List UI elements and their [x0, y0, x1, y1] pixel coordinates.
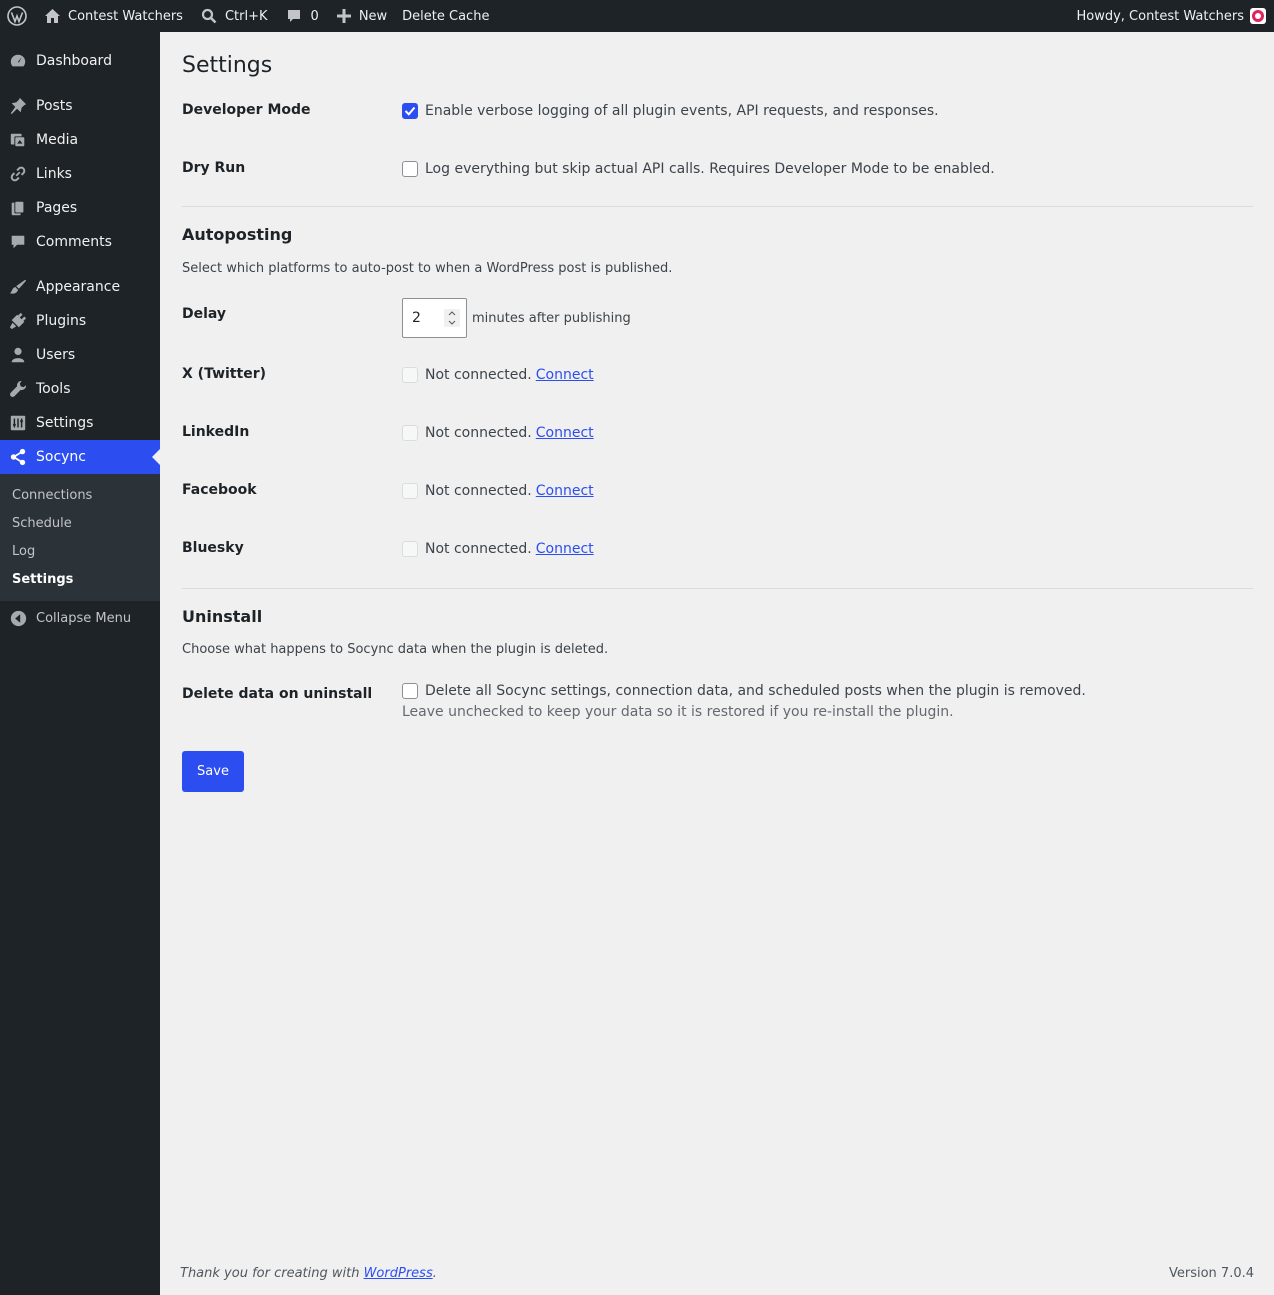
delay-suffix: minutes after publishing: [472, 310, 631, 326]
delete-data-row: Delete data on uninstall Delete all Socy…: [182, 683, 1253, 737]
uninstall-description: Choose what happens to Socync data when …: [182, 642, 609, 657]
sidebar-item-socync[interactable]: Socync: [0, 440, 160, 474]
facebook-connect-link[interactable]: Connect: [536, 483, 594, 499]
uninstall-heading: Uninstall: [182, 607, 263, 626]
delete-data-label: Delete data on uninstall: [182, 686, 373, 702]
submenu-item-schedule[interactable]: Schedule: [0, 509, 160, 537]
footer-thanks: Thank you for creating with WordPress.: [180, 1266, 437, 1281]
delete-data-checkbox[interactable]: [402, 683, 418, 699]
sidebar-item-comments[interactable]: Comments: [0, 225, 160, 259]
facebook-checkbox[interactable]: [402, 483, 418, 499]
x-twitter-checkbox[interactable]: [402, 367, 418, 383]
linkedin-checkbox[interactable]: [402, 425, 418, 441]
page-title: Settings: [182, 53, 273, 78]
comments-link[interactable]: 0: [279, 0, 326, 32]
version-text: Version 7.0.4: [1168, 1266, 1254, 1281]
sidebar-item-pages[interactable]: Pages: [0, 191, 160, 225]
chevron-down-icon: [448, 320, 456, 325]
collapse-arrow-icon: [0, 610, 36, 627]
wordpress-link[interactable]: WordPress: [364, 1266, 433, 1281]
howdy-text: Howdy, Contest Watchers: [1076, 8, 1244, 24]
platform-row-facebook: Facebook Not connected. Connect: [182, 482, 594, 499]
delay-row: Delay 2 minutes after publishing: [182, 298, 1253, 366]
settings-sliders-icon: [0, 414, 36, 432]
user-account-menu[interactable]: Howdy, Contest Watchers: [1076, 0, 1274, 32]
developer-mode-row: Developer Mode Enable verbose logging of…: [182, 102, 1253, 160]
section-divider: [182, 206, 1253, 207]
pages-icon: [0, 199, 36, 217]
platform-label: LinkedIn: [182, 424, 250, 440]
admin-bar: Contest Watchers Ctrl+K 0 New Delete Cac…: [0, 0, 1274, 32]
platform-label: Facebook: [182, 482, 257, 498]
sidebar-item-users[interactable]: Users: [0, 338, 160, 372]
home-icon: [44, 8, 61, 24]
share-icon: [0, 448, 36, 466]
platform-label: Bluesky: [182, 540, 244, 556]
dry-run-row: Dry Run Log everything but skip actual A…: [182, 160, 1253, 196]
autoposting-description: Select which platforms to auto-post to w…: [182, 261, 673, 276]
save-button[interactable]: Save: [182, 751, 244, 792]
wrench-icon: [0, 380, 36, 398]
submenu-item-log[interactable]: Log: [0, 537, 160, 565]
sidebar-item-media[interactable]: Media: [0, 123, 160, 157]
checkmark-icon: [404, 106, 416, 116]
developer-mode-label: Developer Mode: [182, 102, 311, 118]
plus-icon: [336, 9, 351, 23]
footer: Thank you for creating with WordPress. V…: [180, 1266, 1254, 1281]
chevron-up-icon: [448, 311, 456, 316]
delete-cache-link[interactable]: Delete Cache: [395, 0, 496, 32]
plug-icon: [0, 312, 36, 330]
paintbrush-icon: [0, 278, 36, 296]
delete-data-hint: Leave unchecked to keep your data so it …: [402, 704, 954, 720]
dashboard-gauge-icon: [0, 52, 36, 70]
autoposting-heading: Autoposting: [182, 225, 293, 244]
socync-submenu: Connections Schedule Log Settings: [0, 474, 160, 601]
platform-row-linkedin: LinkedIn Not connected. Connect: [182, 424, 594, 441]
platform-row-bluesky: Bluesky Not connected. Connect: [182, 540, 594, 557]
new-content-link[interactable]: New: [330, 0, 394, 32]
comment-bubble-icon: [286, 8, 302, 24]
platform-row-x: X (Twitter) Not connected. Connect: [182, 366, 594, 383]
developer-mode-checkbox[interactable]: [402, 103, 418, 119]
bluesky-connect-link[interactable]: Connect: [536, 541, 594, 557]
pushpin-icon: [0, 97, 36, 115]
comments-count: 0: [310, 8, 319, 24]
collapse-menu-button[interactable]: Collapse Menu: [0, 601, 160, 635]
avatar: [1250, 8, 1266, 24]
site-name-link[interactable]: Contest Watchers: [37, 0, 190, 32]
main-content: Settings Developer Mode Enable verbose l…: [182, 32, 1253, 792]
sidebar-item-plugins[interactable]: Plugins: [0, 304, 160, 338]
comment-bubble-icon: [0, 233, 36, 251]
delete-data-text: Delete all Socync settings, connection d…: [425, 683, 1086, 699]
media-icon: [0, 131, 36, 149]
delay-label: Delay: [182, 306, 227, 322]
delay-stepper[interactable]: [444, 309, 460, 327]
sidebar-item-dashboard[interactable]: Dashboard: [0, 44, 160, 78]
sidebar-item-appearance[interactable]: Appearance: [0, 270, 160, 304]
sidebar-item-tools[interactable]: Tools: [0, 372, 160, 406]
sidebar-item-links[interactable]: Links: [0, 157, 160, 191]
site-name: Contest Watchers: [68, 8, 183, 24]
sidebar-item-posts[interactable]: Posts: [0, 89, 160, 123]
search-shortcut[interactable]: Ctrl+K: [194, 0, 275, 32]
submenu-item-connections[interactable]: Connections: [0, 481, 160, 509]
linkedin-connect-link[interactable]: Connect: [536, 425, 594, 441]
wordpress-logo-icon[interactable]: [0, 0, 37, 32]
platform-label: X (Twitter): [182, 366, 266, 382]
developer-mode-text: Enable verbose logging of all plugin eve…: [425, 103, 939, 119]
sidebar-item-settings[interactable]: Settings: [0, 406, 160, 440]
section-divider: [182, 588, 1253, 589]
chain-link-icon: [0, 165, 36, 183]
dry-run-checkbox[interactable]: [402, 161, 418, 177]
dry-run-text: Log everything but skip actual API calls…: [425, 161, 995, 177]
bluesky-checkbox[interactable]: [402, 541, 418, 557]
search-icon: [201, 8, 217, 24]
user-icon: [0, 346, 36, 364]
dry-run-label: Dry Run: [182, 160, 246, 176]
x-twitter-connect-link[interactable]: Connect: [536, 367, 594, 383]
admin-sidebar: Dashboard Posts Media Links Pages Commen…: [0, 32, 160, 1295]
delay-input[interactable]: 2: [402, 298, 467, 338]
submenu-item-settings[interactable]: Settings: [0, 565, 160, 593]
